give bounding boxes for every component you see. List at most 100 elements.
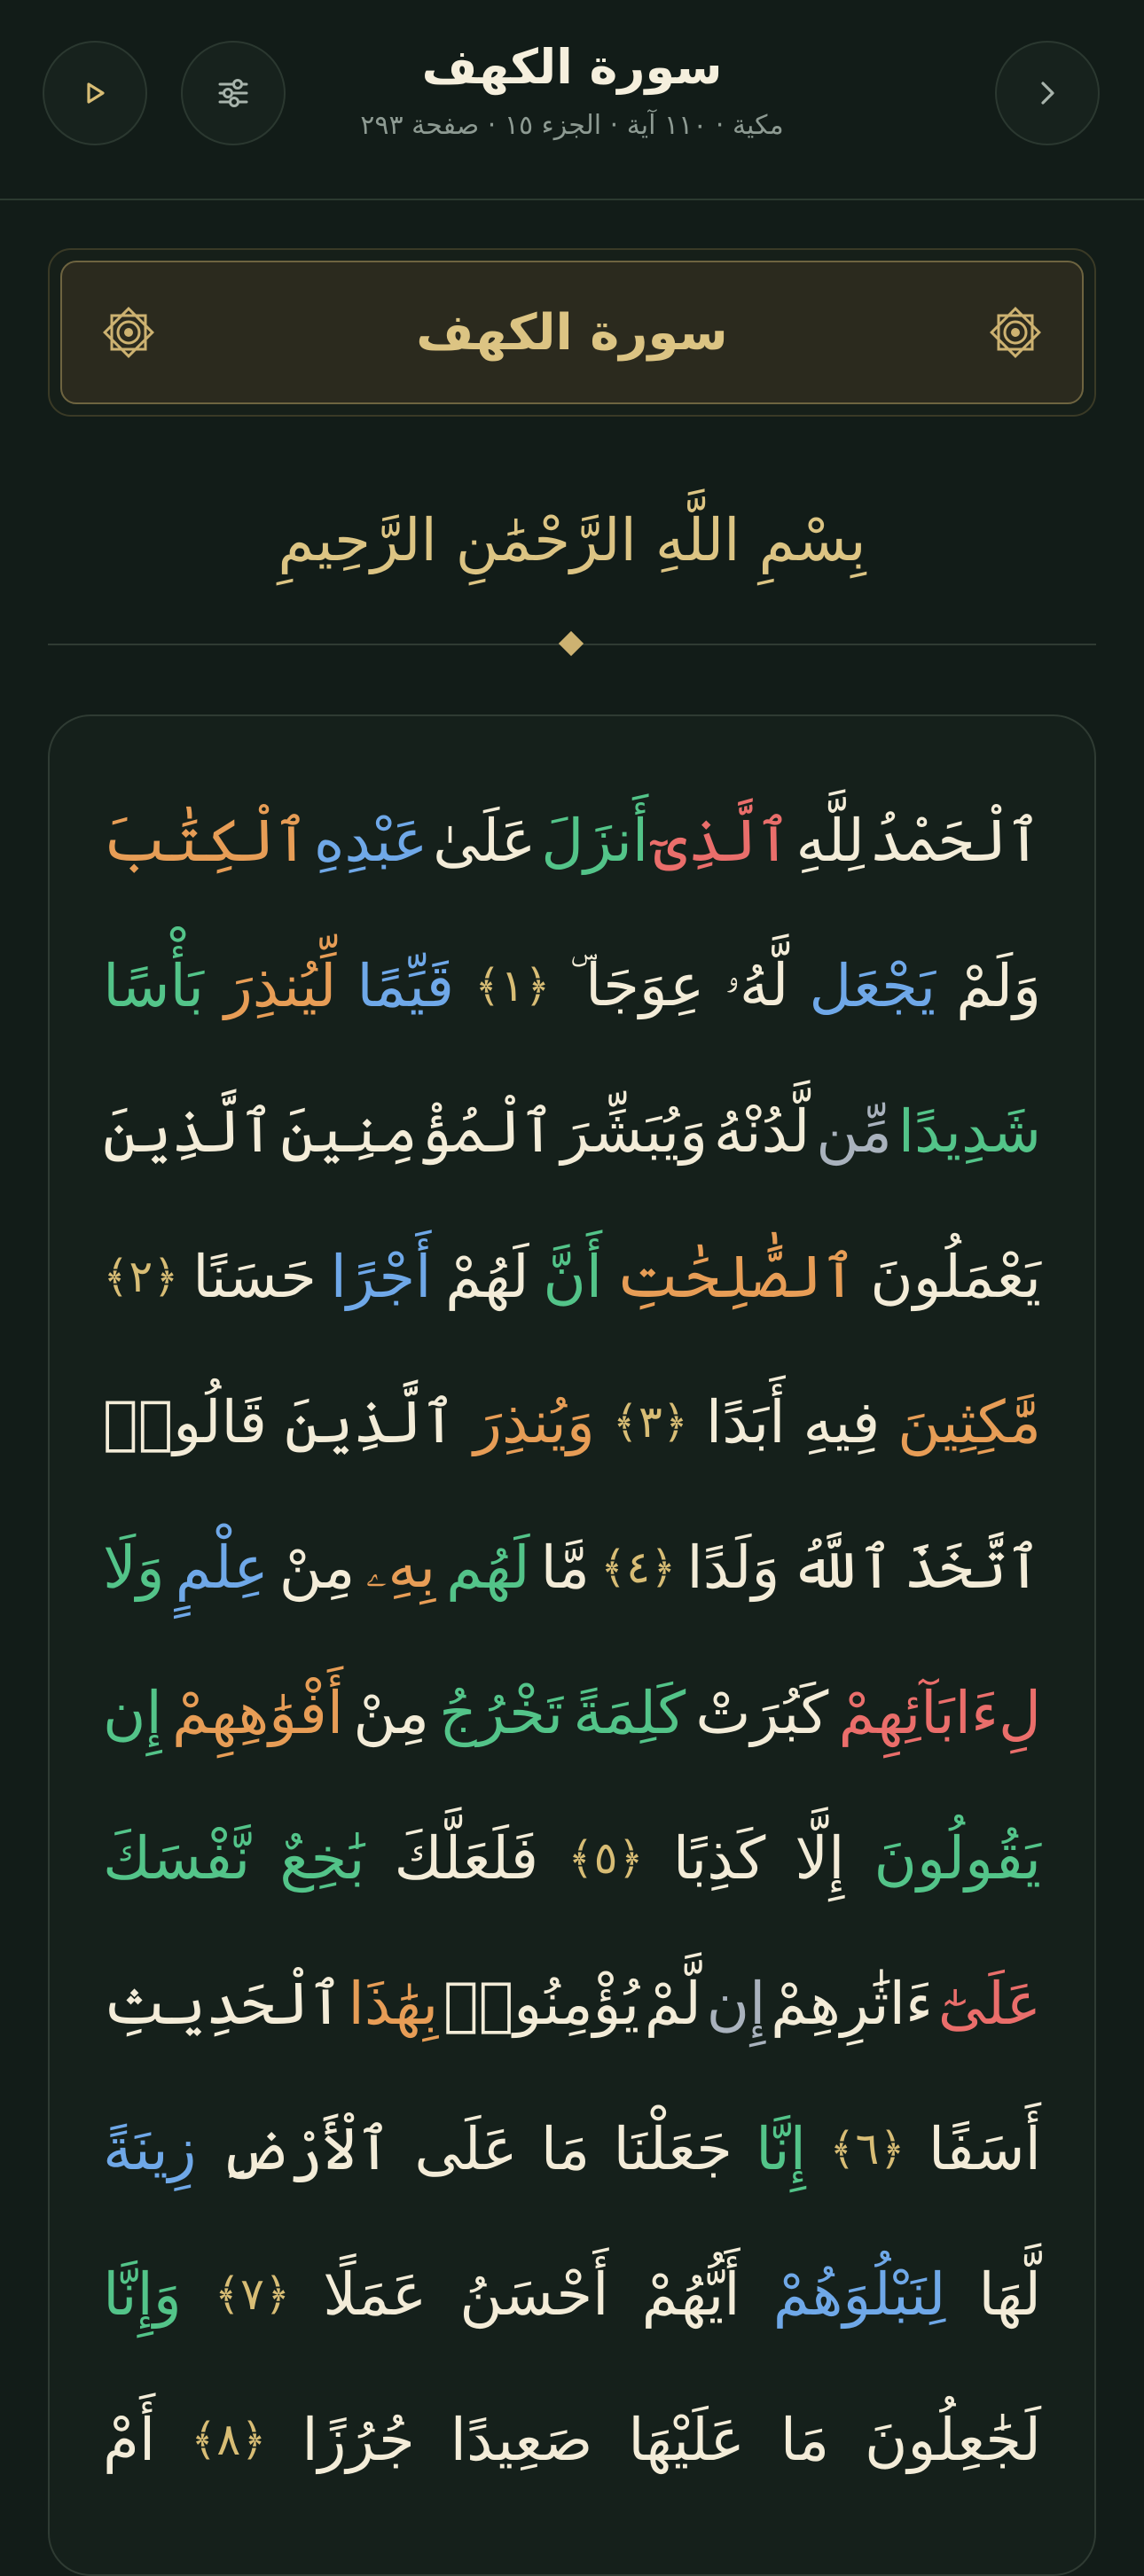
verse-word[interactable]: عَلَىٰ (433, 807, 536, 875)
verse-word[interactable]: لَجَٰعِلُونَ (865, 2406, 1041, 2474)
verse-word[interactable]: عَمَلًا (323, 2260, 427, 2329)
verse-word[interactable]: إِنَّا (756, 2115, 806, 2183)
verse-word[interactable]: عِلْمٍ (176, 1534, 269, 1602)
verse-word[interactable]: ٱلَّذِينَ (103, 1097, 274, 1166)
ayah-number-marker[interactable]: ﴿٢﴾ (103, 1251, 178, 1302)
verse-word[interactable]: أَنزَلَ (541, 807, 648, 875)
verse-line: مَّٰكِثِينَ فِيهِ أَبَدًا ﴿٣﴾ وَيُنذِرَ ٱلَّذ… (103, 1351, 1041, 1493)
verse-word[interactable]: إِن (103, 1679, 162, 1747)
verse-word[interactable]: فَلَعَلَّكَ (395, 1824, 539, 1893)
verse-word[interactable]: ءَاثَٰرِهِمْ (771, 1970, 933, 2038)
verse-word[interactable]: صَعِيدًا (451, 2406, 593, 2474)
verse-word[interactable]: مَّا (541, 1534, 590, 1602)
ayah-number-marker[interactable]: ﴿٣﴾ (613, 1396, 688, 1448)
verse-word[interactable]: بَٰخِعٌ (279, 1824, 364, 1893)
verse-word[interactable]: ٱلَّذِينَ (285, 1388, 456, 1456)
verse-word[interactable]: شَدِيدًا (898, 1097, 1041, 1166)
verse-word[interactable]: وَيُبَشِّرَ (561, 1097, 708, 1166)
ayah-number-marker[interactable]: ﴿٤﴾ (600, 1542, 676, 1593)
verse-word[interactable]: فِيهِ (803, 1388, 880, 1456)
verse-word[interactable]: وَيُنذِرَ (474, 1388, 595, 1456)
verse-card: ٱلْحَمْدُ لِلَّهِ ٱلَّذِىٓ أَنزَلَ عَلَىٰ عَب… (48, 714, 1096, 2576)
verse-word[interactable]: ٱلْكِتَٰبَ (103, 807, 309, 875)
verse-word[interactable]: لَّهُۥ (725, 951, 788, 1021)
verse-word[interactable]: زِينَةً (103, 2115, 197, 2183)
ayah-number-marker[interactable]: ﴿٥﴾ (568, 1832, 643, 1884)
verse-word[interactable]: إِلَّا (795, 1824, 844, 1893)
verse-word[interactable]: أَسَفًا (929, 2115, 1041, 2183)
ayah-number-marker[interactable]: ﴿٨﴾ (191, 2414, 266, 2465)
verse-word[interactable]: عَلَيْهَا (628, 2406, 745, 2474)
verse-word[interactable]: يَجْعَل (809, 952, 936, 1020)
verse-word[interactable]: لَّمْ (645, 1970, 701, 2038)
ayah-number-marker[interactable]: ﴿٧﴾ (215, 2268, 290, 2320)
verse-word[interactable]: عَلَى (414, 2115, 517, 2183)
verse-word[interactable]: ٱلْحَمْدُ (870, 807, 1041, 875)
verse-word[interactable]: ٱللَّهُ (790, 1534, 893, 1602)
verse-word[interactable]: يَقُولُونَ (874, 1824, 1041, 1893)
verse-word[interactable]: جُرُزًا (302, 2406, 414, 2474)
divider-diamond (558, 630, 584, 657)
verse-word[interactable]: لِنَبْلُوَهُمْ (773, 2260, 946, 2329)
verse-word[interactable]: عَلَىٰٓ (938, 1970, 1041, 2038)
verse-word[interactable]: وَإِنَّا (103, 2260, 182, 2329)
verse-word[interactable]: وَلَدًا (686, 1534, 780, 1602)
verse-word[interactable]: ٱتَّخَذَ (904, 1534, 1041, 1602)
verse-word[interactable]: ٱلْمُؤْمِنِينَ (280, 1097, 554, 1166)
verse-word[interactable]: مَّٰكِثِينَ (897, 1388, 1041, 1456)
verse-word[interactable]: ٱلْأَرْضِ (220, 2115, 391, 2183)
verse-word[interactable]: لَّهَا (978, 2260, 1041, 2329)
verse-word[interactable]: مَا (541, 2115, 590, 2183)
verse-word[interactable]: أَفْوَٰهِهِمْ (172, 1679, 343, 1747)
verse-word[interactable]: يَعْمَلُونَ (870, 1243, 1041, 1311)
verse-word[interactable]: عَبْدِهِ (314, 807, 428, 875)
verse-word[interactable]: لِّيُنذِرَ (224, 952, 336, 1020)
verse-line: لِءَابَآئِهِمْ كَبُرَتْ كَلِمَةً تَخْرُجُ مِ… (103, 1642, 1041, 1784)
verse-word[interactable]: وَلَا (103, 1534, 165, 1602)
verse-word[interactable]: كَذِبًا (673, 1824, 766, 1893)
verse-word[interactable]: بَأْسًا (103, 952, 204, 1020)
verse-word[interactable]: لِلَّهِ (796, 807, 865, 875)
verse-line: يَعْمَلُونَ ٱلصَّٰلِحَٰتِ أَنَّ لَهُمْ أَجْر… (103, 1206, 1041, 1347)
verse-word[interactable]: لَهُمْ (445, 1243, 529, 1311)
verse-word[interactable]: أَنَّ (543, 1243, 602, 1311)
verse-word[interactable]: حَسَنًا (192, 1243, 317, 1311)
rosette-icon (99, 303, 158, 365)
verse-word[interactable]: مِنْ (353, 1679, 429, 1747)
verse-word[interactable]: ٱلَّذِىٓ (654, 807, 791, 875)
verse-word[interactable]: مِنْ (279, 1534, 356, 1602)
verse-word[interactable]: تَخْرُجُ (439, 1679, 563, 1747)
verse-word[interactable]: لَّدُنْهُ (714, 1097, 811, 1166)
verse-word[interactable]: ٱلْحَدِيثِ (103, 1970, 343, 2038)
verse-word[interactable]: جَعَلْنَا (613, 2115, 733, 2183)
verse-word[interactable]: نَّفْسَكَ (103, 1824, 250, 1893)
verse-word[interactable]: أَمْ (103, 2406, 155, 2474)
verse-word[interactable]: قَالُوا۟ (103, 1388, 267, 1456)
verse-word[interactable]: أَيُّهُمْ (642, 2260, 740, 2329)
verse-word[interactable]: وَلَمْ (956, 952, 1041, 1020)
surah-banner: سورة الكهف (48, 248, 1096, 417)
verse-word[interactable]: قَيِّمًا (357, 952, 454, 1020)
verse-word[interactable]: كَلِمَةً (573, 1679, 686, 1747)
verse-word[interactable]: يُؤْمِنُوا۟ (443, 1970, 639, 2038)
verse-word[interactable]: أَجْرًا (331, 1243, 432, 1311)
ayah-number-marker[interactable]: ﴿٦﴾ (829, 2123, 905, 2174)
verse-word[interactable]: عِوَجَا ۜ (571, 951, 705, 1021)
ayah-number-marker[interactable]: ﴿١﴾ (474, 960, 550, 1011)
verse-word[interactable]: بِهَٰذَا (349, 1970, 439, 2038)
verse-word[interactable]: لِءَابَآئِهِمْ (838, 1679, 1041, 1747)
verse-word[interactable]: بِهِۦ (365, 1533, 435, 1603)
verse-word[interactable]: مَا (780, 2406, 829, 2474)
page-subtitle: مكية · ١١٠ آية · الجزء ١٥ · صفحة ٢٩٣ (360, 110, 784, 141)
verse-word[interactable]: كَبُرَتْ (695, 1679, 828, 1747)
back-button[interactable] (995, 41, 1100, 145)
title-block: سورة الكهف مكية · ١١٠ آية · الجزء ١٥ · ص… (293, 32, 851, 145)
verse-word[interactable]: أَبَدًا (706, 1388, 786, 1456)
verse-word[interactable]: إِن (707, 1970, 766, 2038)
play-button[interactable] (43, 41, 147, 145)
verse-word[interactable]: لَهُم (446, 1534, 529, 1602)
settings-button[interactable] (181, 41, 286, 145)
verse-word[interactable]: أَحْسَنُ (459, 2260, 608, 2329)
verse-word[interactable]: ٱلصَّٰلِحَٰتِ (616, 1243, 857, 1311)
verse-word[interactable]: مِّن (816, 1097, 892, 1166)
